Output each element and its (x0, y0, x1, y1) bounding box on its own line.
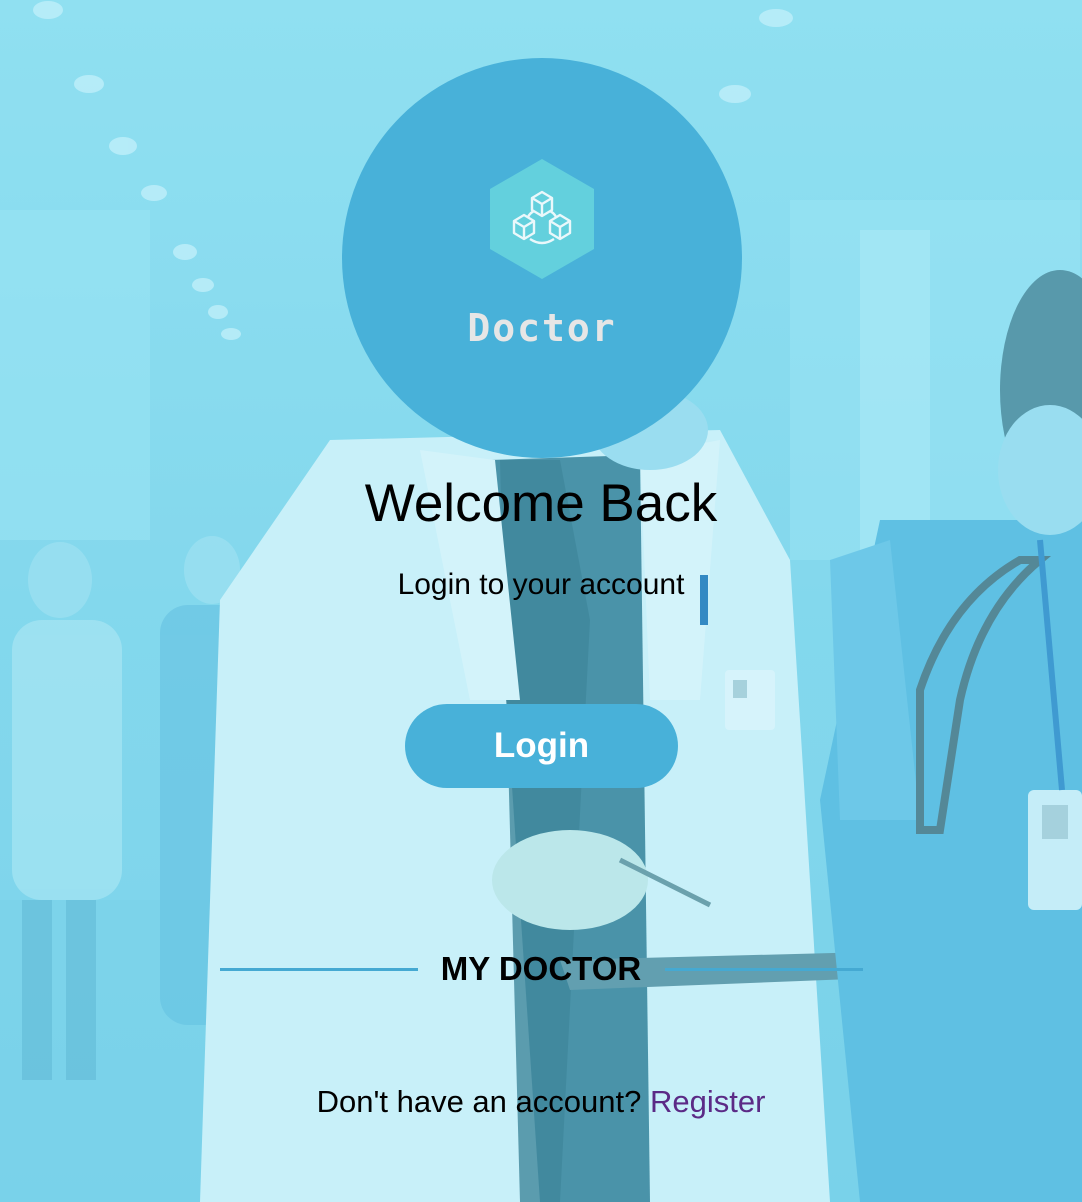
register-link[interactable]: Register (650, 1084, 765, 1119)
page-subtitle: Login to your account (397, 568, 685, 601)
cubes-network-icon (490, 159, 594, 279)
divider-label: MY DOCTOR (440, 950, 642, 987)
logo-badge: Doctor (342, 58, 742, 458)
register-prompt-row: Don't have an account? Register (0, 1084, 1082, 1120)
register-prompt-text: Don't have an account? (316, 1084, 642, 1119)
login-button[interactable]: Login (405, 704, 678, 788)
page-title: Welcome Back (364, 474, 718, 533)
login-page: Doctor Welcome Back Login to your accoun… (0, 0, 1082, 1202)
logo-brand-name: Doctor (467, 306, 617, 350)
